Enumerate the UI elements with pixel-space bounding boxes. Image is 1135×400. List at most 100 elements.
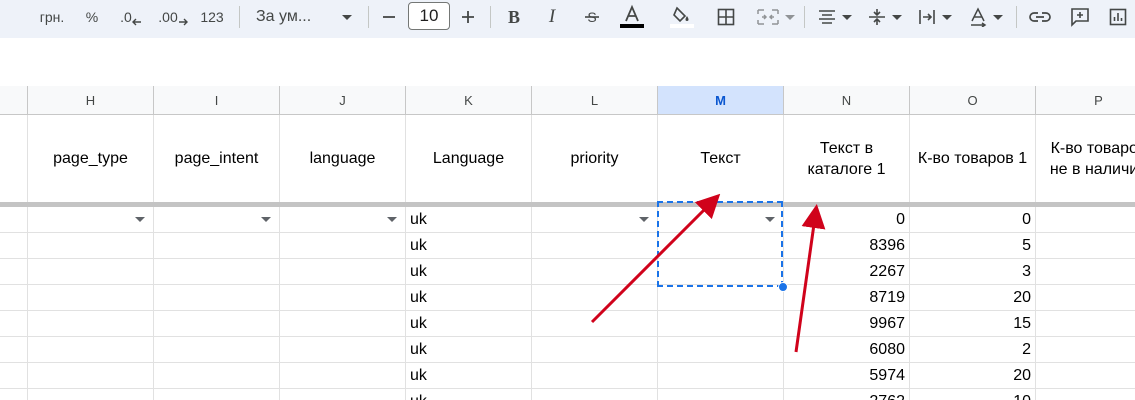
cell[interactable]	[1036, 207, 1135, 233]
insert-chart-button[interactable]	[1104, 4, 1132, 30]
cell-product-count[interactable]: 20	[910, 363, 1036, 389]
cell-language[interactable]: uk	[406, 337, 532, 363]
cell[interactable]	[658, 233, 784, 259]
row-number[interactable]	[0, 311, 28, 337]
cell-language[interactable]: uk	[406, 233, 532, 259]
header-cell-out-of-stock[interactable]: К-во товаров не в наличии	[1036, 115, 1135, 202]
cell[interactable]	[28, 259, 154, 285]
increase-decimal-button[interactable]: .00	[156, 4, 190, 30]
insert-comment-button[interactable]	[1066, 4, 1094, 30]
row-number[interactable]	[0, 389, 28, 400]
cell-catalog-text[interactable]: 9967	[784, 311, 910, 337]
fill-handle[interactable]	[778, 282, 788, 292]
font-family-select[interactable]: За ум...	[250, 4, 358, 30]
cell[interactable]	[28, 285, 154, 311]
cell[interactable]	[280, 337, 406, 363]
cell[interactable]	[532, 389, 658, 400]
cell-language[interactable]: uk	[406, 259, 532, 285]
font-size-input[interactable]: 10	[408, 2, 450, 30]
text-rotate-button[interactable]	[964, 4, 1008, 30]
cell[interactable]	[532, 285, 658, 311]
cell[interactable]	[28, 233, 154, 259]
row-number[interactable]	[0, 207, 28, 233]
column-header-p[interactable]: P	[1036, 86, 1135, 115]
column-header-m[interactable]: M	[658, 86, 784, 115]
column-header-o[interactable]: O	[910, 86, 1036, 115]
cell[interactable]	[154, 207, 280, 233]
cell[interactable]	[280, 389, 406, 400]
cell[interactable]	[658, 285, 784, 311]
cell[interactable]	[1036, 389, 1135, 400]
header-cell-priority[interactable]: priority	[532, 115, 658, 202]
cell[interactable]	[154, 233, 280, 259]
header-cell-catalog-text[interactable]: Текст в каталоге 1	[784, 115, 910, 202]
cell[interactable]	[154, 389, 280, 400]
cell[interactable]	[28, 337, 154, 363]
column-header-n[interactable]: N	[784, 86, 910, 115]
currency-format-button[interactable]: грн.	[32, 4, 72, 30]
text-wrap-button[interactable]	[914, 4, 956, 30]
cell[interactable]	[280, 233, 406, 259]
cell[interactable]	[658, 337, 784, 363]
cell-product-count[interactable]: 5	[910, 233, 1036, 259]
cell[interactable]	[532, 363, 658, 389]
row-number[interactable]	[0, 115, 28, 202]
cell-catalog-text[interactable]: 6080	[784, 337, 910, 363]
cell-language[interactable]: uk	[406, 389, 532, 400]
percent-format-button[interactable]: %	[78, 4, 106, 30]
cell[interactable]	[1036, 259, 1135, 285]
cell[interactable]	[28, 311, 154, 337]
row-number[interactable]	[0, 259, 28, 285]
column-header-k[interactable]: K	[406, 86, 532, 115]
cell[interactable]	[532, 233, 658, 259]
cell-catalog-text[interactable]: 2267	[784, 259, 910, 285]
header-cell-language-k[interactable]: Language	[406, 115, 532, 202]
merge-cells-button[interactable]	[752, 4, 800, 30]
cell[interactable]	[1036, 233, 1135, 259]
increase-font-size-button[interactable]	[455, 4, 481, 30]
cell[interactable]	[154, 311, 280, 337]
row-number[interactable]	[0, 285, 28, 311]
cell[interactable]	[280, 207, 406, 233]
cell[interactable]	[658, 207, 784, 233]
cell-product-count[interactable]: 15	[910, 311, 1036, 337]
cell-catalog-text[interactable]: 5974	[784, 363, 910, 389]
decrease-font-size-button[interactable]	[376, 4, 402, 30]
header-cell-language[interactable]: language	[280, 115, 406, 202]
cell[interactable]	[28, 389, 154, 400]
horizontal-align-button[interactable]	[812, 4, 858, 30]
column-header-h[interactable]: H	[28, 86, 154, 115]
cell[interactable]	[1036, 337, 1135, 363]
column-header-j[interactable]: J	[280, 86, 406, 115]
cell[interactable]	[532, 207, 658, 233]
column-header-i[interactable]: I	[154, 86, 280, 115]
cell[interactable]	[1036, 285, 1135, 311]
dropdown-arrow-icon[interactable]	[387, 217, 397, 222]
cell[interactable]	[280, 259, 406, 285]
cell[interactable]	[658, 311, 784, 337]
cell[interactable]	[532, 311, 658, 337]
cell-catalog-text[interactable]: 2762	[784, 389, 910, 400]
decrease-decimal-button[interactable]: .0	[114, 4, 148, 30]
more-formats-button[interactable]: 123	[196, 4, 228, 30]
cell[interactable]	[280, 363, 406, 389]
header-cell-page-intent[interactable]: page_intent	[154, 115, 280, 202]
row-number[interactable]	[0, 363, 28, 389]
cell[interactable]	[658, 259, 784, 285]
header-cell-product-count[interactable]: К-во товаров 1	[910, 115, 1036, 202]
cell[interactable]	[532, 337, 658, 363]
dropdown-arrow-icon[interactable]	[135, 217, 145, 222]
row-number[interactable]	[0, 233, 28, 259]
cell-product-count[interactable]: 10	[910, 389, 1036, 400]
dropdown-arrow-icon[interactable]	[765, 217, 775, 222]
bold-button[interactable]: B	[500, 4, 528, 30]
header-cell-text[interactable]: Текст	[658, 115, 784, 202]
cell[interactable]	[280, 311, 406, 337]
cell[interactable]	[154, 337, 280, 363]
cell[interactable]	[658, 363, 784, 389]
cell[interactable]	[658, 389, 784, 400]
cell-product-count[interactable]: 20	[910, 285, 1036, 311]
row-number[interactable]	[0, 337, 28, 363]
italic-button[interactable]: I	[538, 4, 566, 30]
text-color-button[interactable]	[616, 4, 648, 30]
